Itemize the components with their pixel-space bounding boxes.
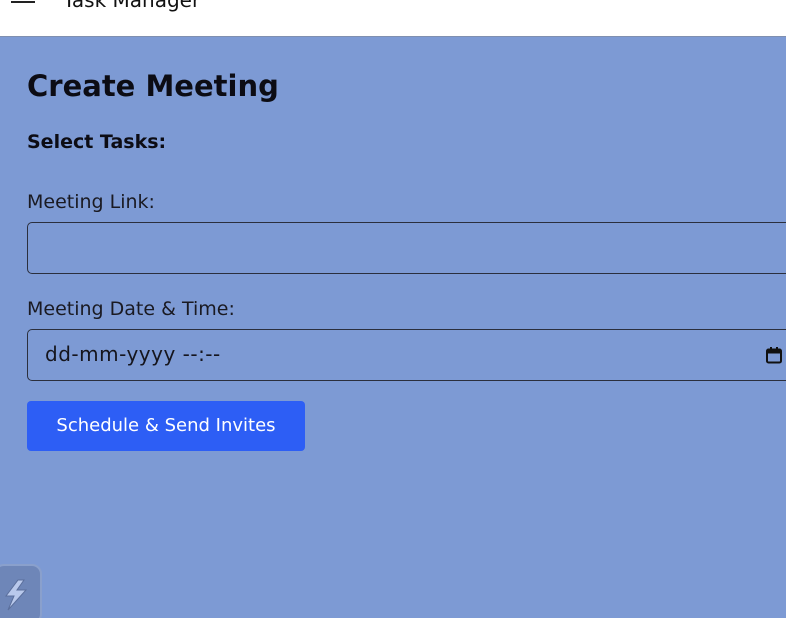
select-tasks-label: Select Tasks: bbox=[27, 131, 167, 153]
meeting-datetime-label: Meeting Date & Time: bbox=[27, 298, 235, 320]
top-app-bar: Task Manager bbox=[0, 0, 786, 37]
meeting-datetime-input[interactable]: dd-mm-yyyy --:-- bbox=[27, 329, 786, 381]
page-title: Create Meeting bbox=[27, 69, 279, 103]
calendar-icon[interactable] bbox=[765, 346, 783, 364]
app-title: Task Manager bbox=[63, 0, 201, 12]
meeting-link-label: Meeting Link: bbox=[27, 191, 155, 213]
floating-widget-button[interactable] bbox=[0, 564, 42, 618]
hamburger-menu-icon[interactable] bbox=[11, 0, 35, 10]
datetime-placeholder: dd-mm-yyyy --:-- bbox=[45, 342, 221, 366]
meeting-link-input[interactable] bbox=[27, 222, 786, 274]
schedule-send-invites-button[interactable]: Schedule & Send Invites bbox=[27, 401, 305, 451]
lightning-bolt-icon bbox=[5, 579, 28, 611]
